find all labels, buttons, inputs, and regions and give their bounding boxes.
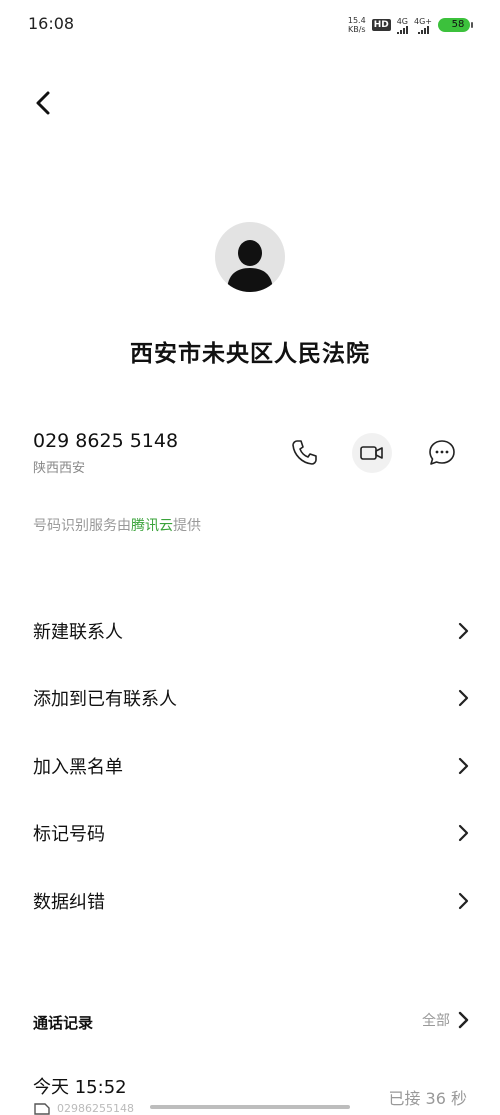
network-speed: 15.4 KB/s (348, 16, 366, 34)
sim2-signal-icon: 4G+ (414, 17, 432, 34)
chevron-right-icon (458, 1011, 469, 1029)
phone-number[interactable]: 029 8625 5148 (33, 430, 178, 452)
chevron-right-icon (458, 892, 469, 910)
menu-item-add-to-existing[interactable]: 添加到已有联系人 (0, 669, 500, 725)
contact-name: 西安市未央区人民法院 (130, 341, 370, 367)
provider-suffix: 提供 (173, 518, 201, 534)
sim2-label: 4G+ (414, 16, 432, 26)
menu-item-data-correction[interactable]: 数据纠错 (0, 872, 500, 928)
menu-item-label: 加入黑名单 (33, 757, 123, 778)
back-button[interactable] (30, 88, 60, 118)
menu-item-mark-number[interactable]: 标记号码 (0, 804, 500, 860)
sim1-label: 4G (396, 16, 408, 26)
sim1-signal-icon: 4G (397, 17, 408, 34)
menu-item-label: 数据纠错 (33, 892, 105, 913)
menu-item-label: 标记号码 (33, 824, 105, 845)
home-indicator[interactable] (150, 1105, 350, 1109)
message-button[interactable] (422, 433, 462, 473)
phone-location: 陕西西安 (33, 461, 86, 476)
call-log-entry-time: 今天 15:52 (33, 1077, 127, 1098)
chevron-right-icon (458, 622, 469, 640)
provider-prefix: 号码识别服务由 (33, 518, 131, 534)
number-recognition-provider: 号码识别服务由腾讯云提供 (33, 515, 201, 535)
call-log-title: 通话记录 (33, 1014, 94, 1032)
menu-item-label: 新建联系人 (33, 622, 123, 643)
battery-icon: 58 (438, 18, 473, 32)
call-log-entry-status: 已接 36 秒 (388, 1089, 467, 1108)
menu-item-label: 添加到已有联系人 (33, 689, 177, 710)
phone-icon (292, 440, 317, 465)
menu-item-new-contact[interactable]: 新建联系人 (0, 602, 500, 658)
menu-item-blacklist[interactable]: 加入黑名单 (0, 737, 500, 793)
sim-card-icon (34, 1102, 50, 1115)
call-log-entry-number-text: 02986255148 (57, 1102, 134, 1115)
chevron-right-icon (458, 824, 469, 842)
network-speed-value: 15.4 (347, 16, 366, 25)
network-speed-unit: KB/s (347, 25, 366, 34)
hd-icon: HD (371, 19, 391, 31)
chevron-right-icon (458, 757, 469, 775)
call-log-all-label: 全部 (422, 1013, 450, 1029)
chevron-right-icon (458, 689, 469, 707)
battery-level: 58 (451, 19, 465, 30)
avatar (215, 222, 285, 292)
call-log-entry-number: 02986255148 (33, 1102, 134, 1115)
message-bubble-icon (429, 440, 455, 465)
video-call-button[interactable] (352, 433, 392, 473)
video-camera-icon (360, 446, 383, 460)
status-icons: 15.4 KB/s HD 4G 4G+ 58 (348, 12, 473, 38)
call-button[interactable] (284, 433, 324, 473)
provider-brand-link[interactable]: 腾讯云 (131, 518, 173, 534)
chevron-left-icon (36, 91, 50, 115)
person-icon (227, 240, 273, 292)
call-log-all-button[interactable]: 全部 (422, 1008, 470, 1032)
status-time: 16:08 (28, 14, 75, 33)
